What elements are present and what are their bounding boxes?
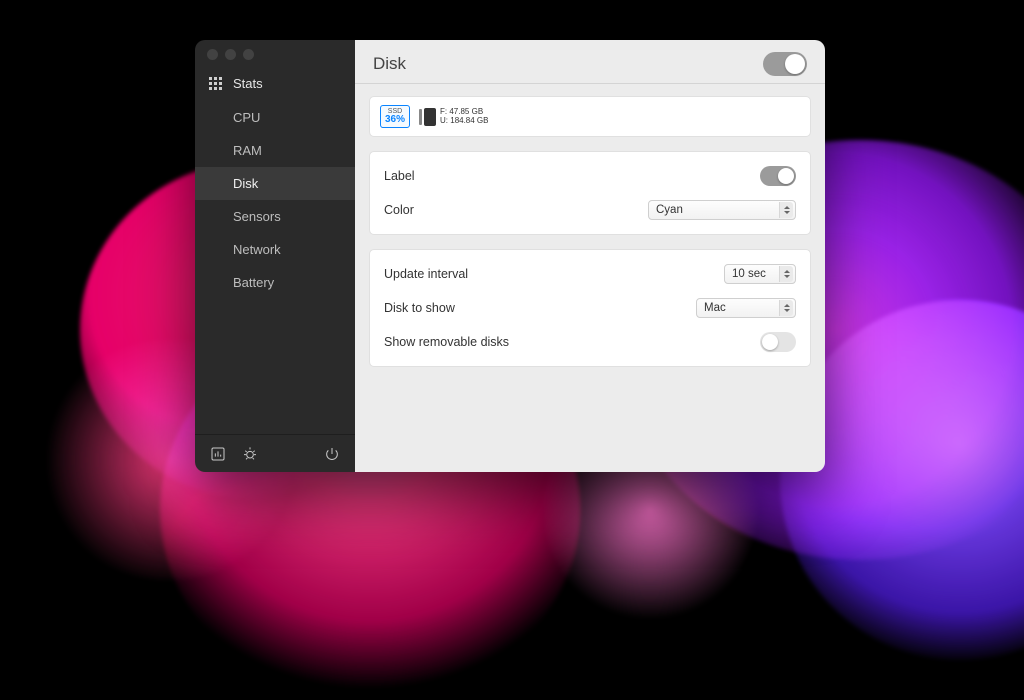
widget-preview-bar[interactable]: F: 47.85 GB U: 184.84 GB <box>424 105 488 128</box>
dashboard-icon <box>209 77 223 91</box>
sidebar-item-disk[interactable]: Disk <box>195 167 355 200</box>
widget-preview-panel: SSD 36% F: 47.85 GB U: 184.84 GB <box>369 96 811 137</box>
show-removable-label: Show removable disks <box>384 335 760 349</box>
disk-to-show-select[interactable]: Mac <box>696 298 796 318</box>
sidebar-header[interactable]: Stats <box>195 68 355 101</box>
chevron-updown-icon <box>779 266 793 282</box>
preview-ssd-percent: 36% <box>385 114 405 125</box>
disk-bar-icon <box>424 108 436 126</box>
sidebar-item-network[interactable]: Network <box>195 233 355 266</box>
chevron-updown-icon <box>779 300 793 316</box>
app-name-label: Stats <box>233 76 263 91</box>
disk-to-show-value: Mac <box>704 302 726 314</box>
window-zoom-icon[interactable] <box>243 49 254 60</box>
main-content: Disk SSD 36% F: 47.85 GB U: 184.84 GB <box>355 40 825 472</box>
show-removable-toggle[interactable] <box>760 332 796 352</box>
sidebar-item-cpu[interactable]: CPU <box>195 101 355 134</box>
power-icon[interactable] <box>323 445 341 463</box>
appearance-panel: Label Color Cyan <box>369 151 811 235</box>
sidebar-item-sensors[interactable]: Sensors <box>195 200 355 233</box>
widget-preview-percent[interactable]: SSD 36% <box>380 105 410 128</box>
data-source-panel: Update interval 10 sec Disk to show Mac … <box>369 249 811 367</box>
update-interval-label: Update interval <box>384 267 724 281</box>
preferences-window: Stats CPU RAM Disk Sensors Network Batte… <box>195 40 825 472</box>
window-titlebar[interactable] <box>195 40 825 68</box>
label-row-label: Label <box>384 169 760 183</box>
chart-icon[interactable] <box>209 445 227 463</box>
chevron-updown-icon <box>779 202 793 218</box>
update-interval-value: 10 sec <box>732 268 766 280</box>
color-select[interactable]: Cyan <box>648 200 796 220</box>
preview-used-label: U: 184.84 GB <box>440 117 488 126</box>
bug-icon[interactable] <box>241 445 259 463</box>
sidebar-item-ram[interactable]: RAM <box>195 134 355 167</box>
color-row-label: Color <box>384 203 648 217</box>
disk-to-show-label: Disk to show <box>384 301 696 315</box>
window-close-icon[interactable] <box>207 49 218 60</box>
window-minimize-icon[interactable] <box>225 49 236 60</box>
update-interval-select[interactable]: 10 sec <box>724 264 796 284</box>
sidebar: Stats CPU RAM Disk Sensors Network Batte… <box>195 40 355 472</box>
label-toggle[interactable] <box>760 166 796 186</box>
sidebar-item-battery[interactable]: Battery <box>195 266 355 299</box>
color-select-value: Cyan <box>656 204 683 216</box>
